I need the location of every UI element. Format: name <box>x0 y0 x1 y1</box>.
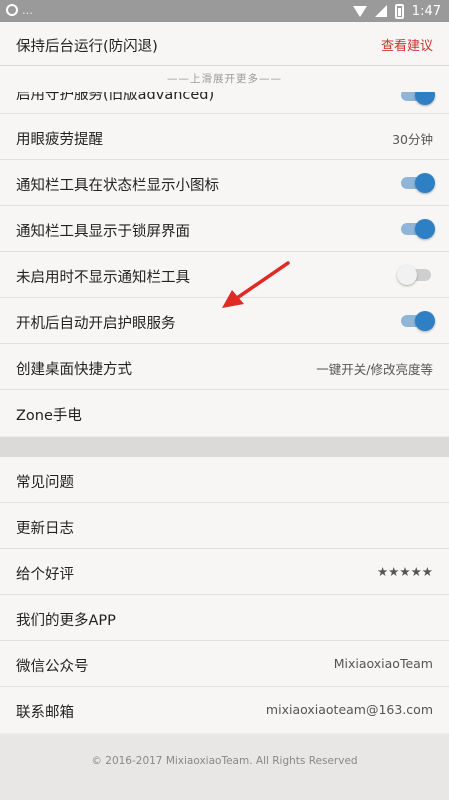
app-status-icon <box>6 4 18 16</box>
about-row-faq[interactable]: 常见问题 <box>0 457 449 503</box>
setting-row-hide-notification[interactable]: 未启用时不显示通知栏工具 <box>0 252 449 298</box>
setting-label: 未启用时不显示通知栏工具 <box>16 270 190 286</box>
expand-hint[interactable]: ——上滑展开更多—— <box>0 66 449 92</box>
expand-hint-text: ——上滑展开更多—— <box>167 73 282 85</box>
setting-label: 创建桌面快捷方式 <box>16 362 132 378</box>
setting-label: 通知栏工具在状态栏显示小图标 <box>16 178 219 194</box>
about-group: 常见问题 更新日志 给个好评 ★★★★★ 我们的更多APP 微信公众号 Mixi… <box>0 457 449 733</box>
setting-row-guard-service[interactable]: 启用守护服务(旧版advanced) <box>0 92 449 114</box>
setting-row-lockscreen[interactable]: 通知栏工具显示于锁屏界面 <box>0 206 449 252</box>
setting-row-statusbar-icon[interactable]: 通知栏工具在状态栏显示小图标 <box>0 160 449 206</box>
cell-signal-icon <box>374 5 387 17</box>
setting-row-shortcut[interactable]: 创建桌面快捷方式 一键开关/修改亮度等 <box>0 344 449 390</box>
status-bar: … 1:47 <box>0 0 449 22</box>
setting-label: 通知栏工具显示于锁屏界面 <box>16 224 190 240</box>
setting-value: 30分钟 <box>392 132 433 147</box>
wifi-icon <box>352 5 367 17</box>
about-row-wechat[interactable]: 微信公众号 MixiaoxiaoTeam <box>0 641 449 687</box>
status-bar-left: … <box>6 2 33 18</box>
hide-notification-toggle[interactable] <box>397 265 433 285</box>
about-value: mixiaoxiaoteam@163.com <box>265 702 433 717</box>
about-label: 联系邮箱 <box>16 705 74 721</box>
setting-label: 用眼疲劳提醒 <box>16 132 103 148</box>
battery-icon <box>394 3 404 19</box>
view-suggestion-link[interactable]: 查看建议 <box>381 35 433 54</box>
about-label: 更新日志 <box>16 521 74 537</box>
section-divider <box>0 437 449 457</box>
autostart-toggle[interactable] <box>399 311 435 331</box>
about-label: 给个好评 <box>16 567 74 583</box>
lockscreen-toggle[interactable] <box>399 219 435 239</box>
about-row-changelog[interactable]: 更新日志 <box>0 503 449 549</box>
status-bar-title: … <box>22 3 33 17</box>
about-row-email[interactable]: 联系邮箱 mixiaoxiaoteam@163.com <box>0 687 449 733</box>
keep-background-label: 保持后台运行(防闪退) <box>16 39 158 55</box>
about-label: 我们的更多APP <box>16 613 116 629</box>
setting-row-eye-fatigue[interactable]: 用眼疲劳提醒 30分钟 <box>0 114 449 160</box>
footer: © 2016-2017 MixiaoxiaoTeam. All Rights R… <box>0 735 449 800</box>
about-label: 常见问题 <box>16 475 74 491</box>
setting-row-flashlight[interactable]: Zone手电 <box>0 390 449 436</box>
settings-group: 启用守护服务(旧版advanced) 用眼疲劳提醒 30分钟 通知栏工具在状态栏… <box>0 92 449 436</box>
about-row-more-apps[interactable]: 我们的更多APP <box>0 595 449 641</box>
about-label: 微信公众号 <box>16 659 89 675</box>
status-bar-right: 1:47 <box>352 2 441 20</box>
statusbar-icon-toggle[interactable] <box>399 173 435 193</box>
setting-label: Zone手电 <box>16 408 82 424</box>
about-value: MixiaoxiaoTeam <box>333 656 433 671</box>
about-row-rate[interactable]: 给个好评 ★★★★★ <box>0 549 449 595</box>
setting-label: 启用守护服务(旧版advanced) <box>16 92 215 103</box>
keep-background-item[interactable]: 保持后台运行(防闪退) 查看建议 <box>0 22 449 66</box>
rating-stars: ★★★★★ <box>376 564 433 579</box>
setting-label: 开机后自动开启护眼服务 <box>16 316 176 332</box>
status-bar-time: 1:47 <box>411 3 441 19</box>
setting-value: 一键开关/修改亮度等 <box>316 362 433 377</box>
guard-service-toggle[interactable] <box>399 92 435 105</box>
copyright-text: © 2016-2017 MixiaoxiaoTeam. All Rights R… <box>91 755 358 767</box>
setting-row-autostart[interactable]: 开机后自动开启护眼服务 <box>0 298 449 344</box>
